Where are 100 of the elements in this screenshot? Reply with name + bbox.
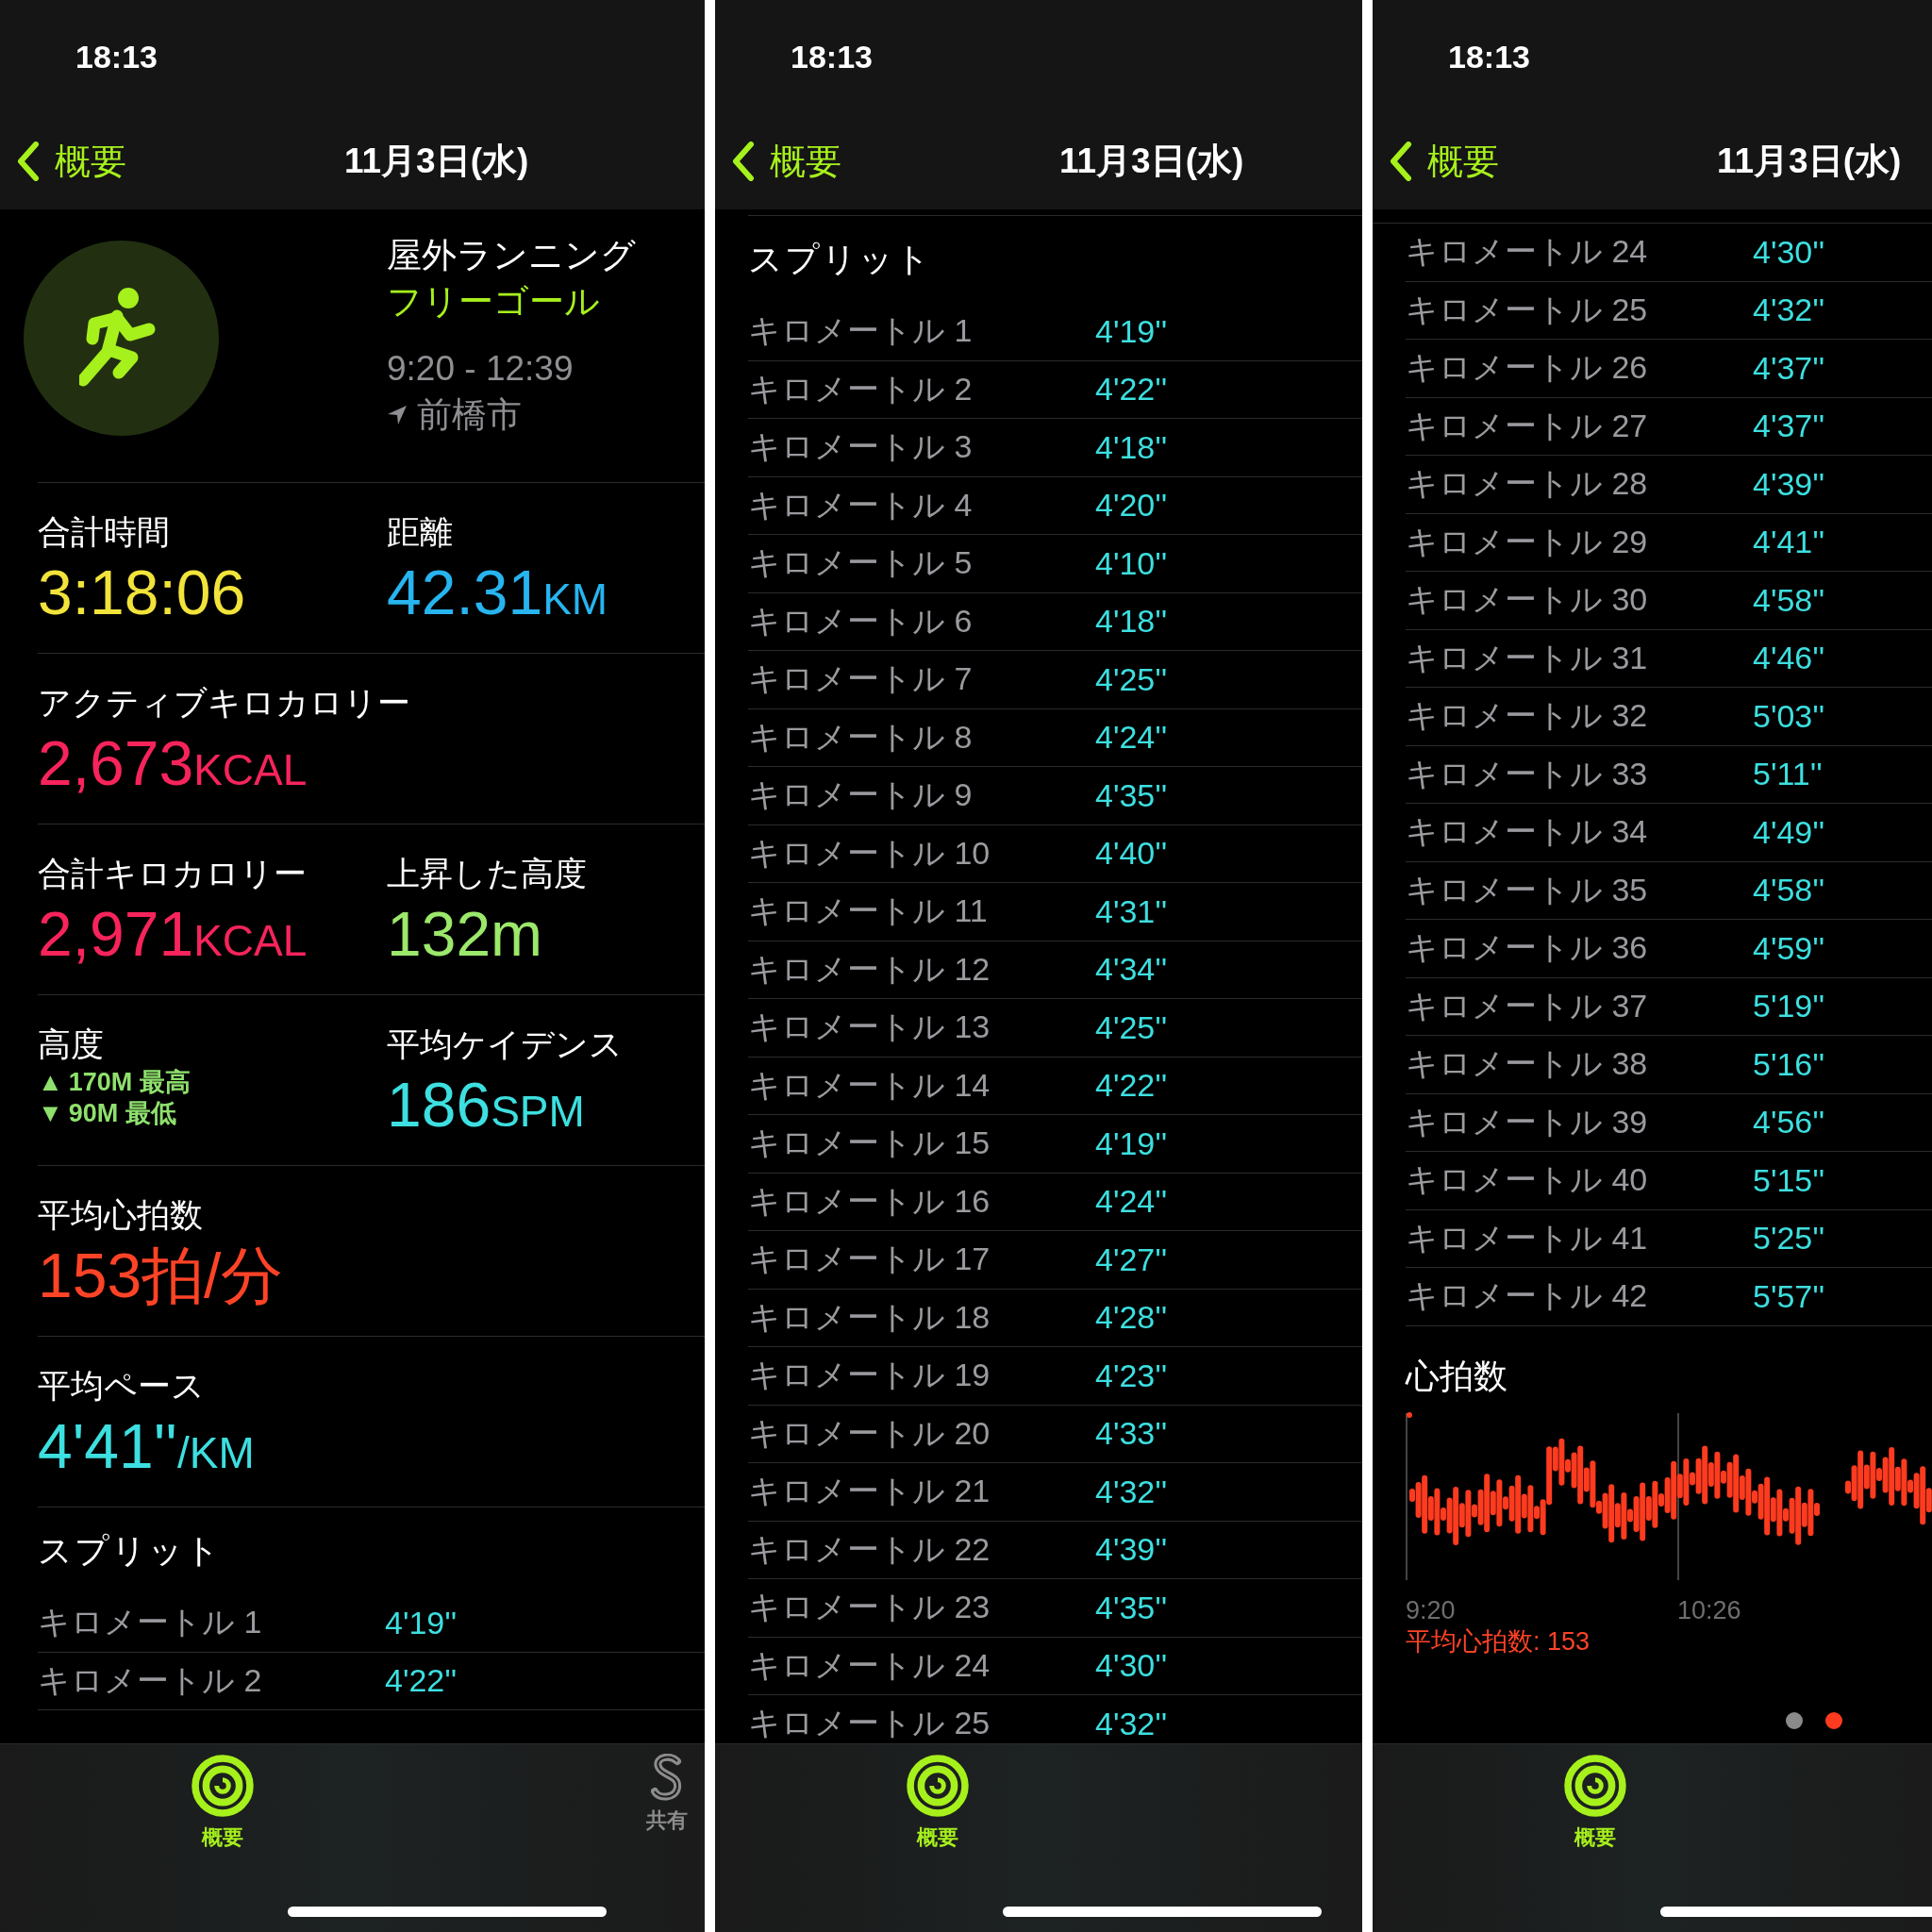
split-label: キロメートル 23 [748, 1588, 991, 1627]
split-pace: 5'16'' [1753, 1045, 1826, 1083]
workout-goal: フリーゴール [387, 281, 601, 323]
split-pace: 5'19'' [1753, 988, 1826, 1025]
rings-icon [906, 1754, 970, 1818]
split-pace: 4'39'' [1095, 1531, 1169, 1569]
split-label: キロメートル 2 [38, 1660, 263, 1700]
split-pace: 4'37'' [1753, 408, 1826, 445]
location-arrow-icon [387, 404, 408, 425]
split-label: キロメートル 27 [1406, 406, 1649, 445]
sharing-icon [651, 1754, 683, 1801]
split-label: キロメートル 34 [1406, 812, 1649, 852]
split-pace: 4'27'' [1095, 1241, 1169, 1278]
split-pace: 4'46'' [1753, 640, 1826, 677]
split-label: キロメートル 8 [748, 717, 974, 757]
split-label: キロメートル 4 [748, 485, 974, 525]
split-pace: 5'11'' [1753, 756, 1824, 793]
split-pace: 4'20'' [1095, 487, 1169, 525]
split-label: キロメートル 13 [748, 1008, 991, 1047]
split-label: キロメートル 26 [1406, 348, 1649, 388]
tab-item[interactable]: 共有 [629, 1754, 705, 1835]
split-label: キロメートル 22 [748, 1529, 991, 1569]
status-time: 18:13 [1448, 38, 1530, 75]
split-pace: 4'39'' [1753, 465, 1826, 503]
split-label: キロメートル 10 [748, 833, 991, 873]
metric-value: 42.31KM [387, 557, 608, 629]
split-label: キロメートル 6 [748, 601, 974, 641]
back-chevron-icon [1390, 142, 1412, 181]
nav-title: 11月3日(水) [344, 141, 530, 182]
split-label: キロメートル 20 [748, 1413, 991, 1453]
axis-label: 9:20 [1406, 1594, 1457, 1625]
split-pace: 4'31'' [1095, 892, 1169, 930]
split-pace: 4'32'' [1095, 1705, 1169, 1742]
split-pace: 4'35'' [1095, 776, 1169, 814]
section-title: スプリット [748, 238, 932, 280]
back-button[interactable]: 概要 [1373, 137, 1499, 186]
split-pace: 4'32'' [1753, 291, 1826, 329]
split-pace: 4'24'' [1095, 719, 1169, 757]
metric-label: 平均心拍数 [38, 1195, 203, 1235]
split-pace: 4'32'' [1095, 1473, 1169, 1510]
split-label: キロメートル 31 [1406, 638, 1649, 677]
triangle-icon: ▼ [38, 1098, 63, 1129]
nav-title: 11月3日(水) [1717, 141, 1903, 182]
status-time: 18:13 [791, 38, 873, 75]
metric-value: 2,971KCAL [38, 898, 308, 971]
tab-item[interactable]: 概要 [1539, 1754, 1652, 1852]
workout-location: 前橋市 [417, 394, 522, 436]
split-label: キロメートル 25 [748, 1704, 991, 1743]
back-button[interactable]: 概要 [715, 137, 841, 186]
split-pace: 4'25'' [1095, 1008, 1169, 1046]
split-label: キロメートル 24 [748, 1645, 991, 1685]
split-label: キロメートル 19 [748, 1356, 991, 1395]
split-label: キロメートル 2 [748, 369, 974, 408]
split-pace: 4'22'' [385, 1662, 458, 1700]
split-pace: 4'49'' [1753, 813, 1826, 851]
metric-label: アクティブキロカロリー [38, 683, 410, 723]
split-label: キロメートル 24 [1406, 232, 1649, 272]
split-label: キロメートル 32 [1406, 696, 1649, 736]
elevation-range: 170M 最高 [68, 1067, 191, 1098]
split-label: キロメートル 25 [1406, 290, 1649, 329]
split-label: キロメートル 1 [38, 1603, 263, 1642]
average-heart-rate: 平均心拍数: 153 [1406, 1625, 1591, 1657]
split-label: キロメートル 3 [748, 427, 974, 467]
back-button[interactable]: 概要 [0, 137, 126, 186]
split-label: キロメートル 15 [748, 1124, 991, 1163]
split-pace: 4'18'' [1095, 428, 1169, 466]
metric-label: 高度 [38, 1024, 104, 1064]
tab-item[interactable]: 概要 [166, 1754, 279, 1852]
split-label: キロメートル 41 [1406, 1218, 1649, 1257]
split-pace: 4'59'' [1753, 929, 1826, 967]
split-label: キロメートル 33 [1406, 754, 1649, 793]
split-pace: 4'19'' [1095, 312, 1169, 350]
metric-label: 合計時間 [38, 512, 170, 552]
triangle-icon: ▲ [38, 1067, 63, 1098]
split-pace: 4'30'' [1753, 233, 1826, 271]
rings-icon [191, 1754, 255, 1818]
split-pace: 4'41'' [1753, 524, 1826, 561]
split-pace: 5'57'' [1753, 1277, 1826, 1315]
page-dot[interactable] [1786, 1711, 1803, 1729]
tab-item[interactable]: 概要 [881, 1754, 994, 1852]
split-pace: 4'37'' [1753, 349, 1826, 387]
split-pace: 4'24'' [1095, 1183, 1169, 1221]
split-label: キロメートル 36 [1406, 928, 1649, 968]
workout-title: 屋外ランニング [387, 235, 636, 276]
page-dot[interactable] [1825, 1711, 1842, 1729]
section-title: 心拍数 [1406, 1355, 1507, 1397]
split-pace: 4'35'' [1095, 1589, 1169, 1626]
split-label: キロメートル 35 [1406, 870, 1649, 909]
metric-label: 合計キロカロリー [38, 854, 307, 893]
metric-value: 3:18:06 [38, 557, 246, 629]
split-label: キロメートル 11 [748, 891, 989, 931]
split-label: キロメートル 28 [1406, 464, 1649, 504]
section-title: スプリット [38, 1529, 222, 1572]
split-pace: 4'30'' [1095, 1647, 1169, 1685]
split-pace: 4'25'' [1095, 660, 1169, 698]
split-label: キロメートル 7 [748, 659, 974, 699]
metric-value: 2,673KCAL [38, 727, 308, 800]
axis-label: 10:26 [1677, 1594, 1741, 1625]
split-pace: 5'25'' [1753, 1220, 1826, 1257]
back-chevron-icon [732, 142, 755, 181]
